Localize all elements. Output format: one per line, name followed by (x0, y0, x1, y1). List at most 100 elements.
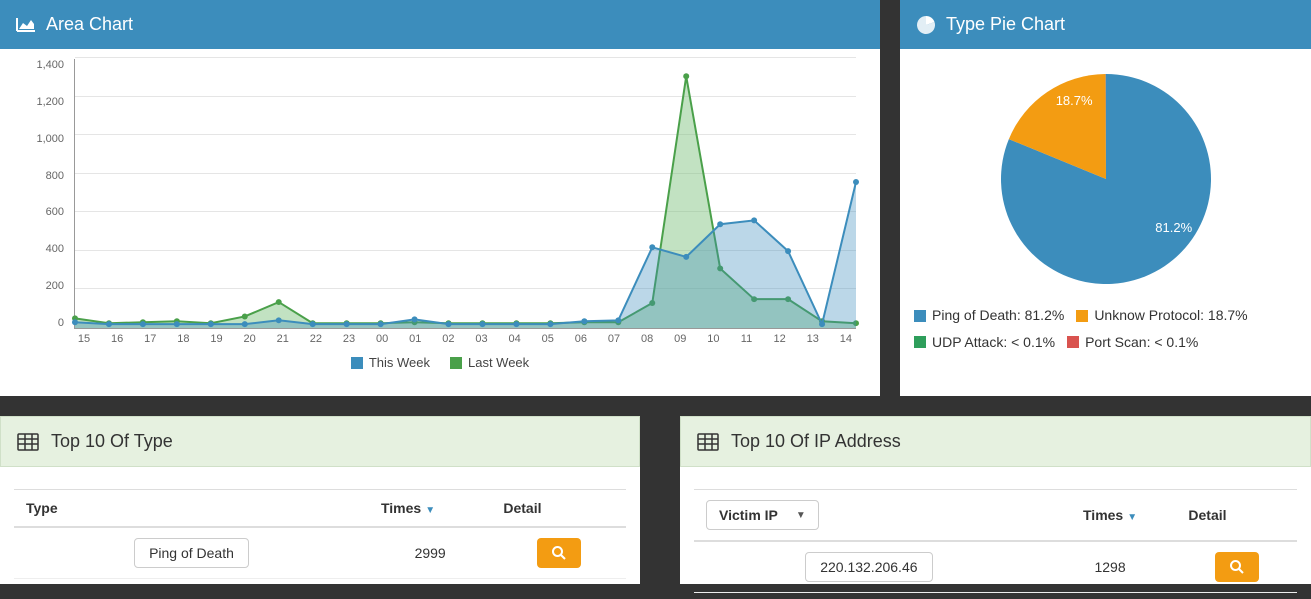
table-row: 220.132.206.46 1298 (694, 541, 1297, 593)
top10-ip-panel: Top 10 Of IP Address Victim IP▼Times▼Det… (680, 416, 1311, 584)
legend-label: Last Week (468, 355, 529, 370)
pie-slice-label: 81.2% (1155, 220, 1192, 235)
x-tick-label: 02 (438, 333, 458, 345)
y-tick-label: 0 (14, 317, 64, 329)
victim-ip-dropdown[interactable]: Victim IP ▼ (706, 500, 819, 530)
area-chart-body: 1,4001,2001,0008006004002000 15161718192… (0, 49, 880, 396)
top10-ip-table: Victim IP▼Times▼Detail 220.132.206.46129… (694, 489, 1297, 593)
x-tick-label: 10 (703, 333, 723, 345)
type-chip[interactable]: Ping of Death (134, 538, 249, 568)
x-tick-label: 22 (306, 333, 326, 345)
area-chart-header: Area Chart (0, 0, 880, 49)
x-tick-label: 21 (273, 333, 293, 345)
area-y-axis: 1,400 1,200 1,000 800 600 400 200 0 (14, 59, 70, 329)
ip-chip[interactable]: 220.132.206.46 (805, 552, 932, 582)
search-icon (551, 545, 567, 561)
legend-label: Unknow Protocol: 18.7% (1094, 303, 1247, 328)
pie-chart-body: 81.2% 18.7% Ping of Death: 81.2% Unknow P… (900, 49, 1311, 396)
area-chart-title: Area Chart (46, 14, 133, 35)
sort-desc-icon: ▼ (425, 505, 435, 516)
area-plot (74, 59, 856, 329)
detail-button[interactable] (537, 538, 581, 568)
cell-ip: 220.132.206.46 (694, 541, 1044, 593)
area-chart-panel: Area Chart 1,4001,2001,0008006004002000 … (0, 0, 880, 396)
legend-label: Ping of Death: 81.2% (932, 303, 1064, 328)
x-tick-label: 04 (505, 333, 525, 345)
top10-ip-title: Top 10 Of IP Address (731, 431, 901, 452)
x-tick-label: 13 (803, 333, 823, 345)
legend-item[interactable]: Unknow Protocol: 18.7% (1076, 303, 1247, 328)
legend-swatch (1076, 310, 1088, 322)
area-legend: This Week Last Week (14, 355, 866, 372)
x-tick-label: 12 (770, 333, 790, 345)
legend-swatch (351, 357, 363, 369)
x-tick-label: 14 (836, 333, 856, 345)
x-tick-label: 00 (372, 333, 392, 345)
y-tick-label: 200 (14, 280, 64, 292)
top10-type-title: Top 10 Of Type (51, 431, 173, 452)
column-header[interactable]: Times▼ (1044, 490, 1177, 542)
legend-label: Port Scan: < 0.1% (1085, 330, 1198, 355)
legend-swatch (450, 357, 462, 369)
legend-item[interactable]: Last Week (450, 355, 529, 370)
search-icon (1229, 559, 1245, 575)
top10-type-panel: Top 10 Of Type TypeTimes▼Detail Ping of … (0, 416, 640, 584)
column-header[interactable]: Detail (1176, 490, 1297, 542)
sort-desc-icon: ▼ (1127, 512, 1137, 523)
x-tick-label: 03 (472, 333, 492, 345)
column-header[interactable]: Type (14, 490, 369, 528)
legend-item[interactable]: UDP Attack: < 0.1% (914, 330, 1055, 355)
pie-chart-icon (916, 15, 936, 35)
pie-slice-label: 18.7% (1056, 93, 1093, 108)
x-tick-label: 19 (207, 333, 227, 345)
cell-times: 1298 (1044, 541, 1177, 593)
cell-detail (491, 527, 626, 579)
legend-label: This Week (369, 355, 430, 370)
x-tick-label: 15 (74, 333, 94, 345)
table-row: Ping of Death2999 (14, 527, 626, 579)
top10-ip-header: Top 10 Of IP Address (680, 416, 1311, 467)
legend-swatch (914, 310, 926, 322)
x-tick-label: 20 (240, 333, 260, 345)
y-tick-label: 400 (14, 243, 64, 255)
x-tick-label: 07 (604, 333, 624, 345)
area-x-axis: 1516171819202122230001020304050607080910… (74, 333, 856, 345)
pie-chart-header: Type Pie Chart (900, 0, 1311, 49)
area-chart: 1,4001,2001,0008006004002000 15161718192… (14, 59, 866, 349)
cell-type: Ping of Death (14, 527, 369, 579)
y-tick-label: 1,200 (14, 96, 64, 108)
dropdown-label: Victim IP (719, 507, 778, 523)
pie-chart: 81.2% 18.7% (914, 59, 1297, 299)
chevron-down-icon: ▼ (796, 510, 806, 521)
x-tick-label: 11 (737, 333, 757, 345)
y-tick-label: 600 (14, 206, 64, 218)
x-tick-label: 09 (670, 333, 690, 345)
detail-button[interactable] (1215, 552, 1259, 582)
x-tick-label: 16 (107, 333, 127, 345)
legend-label: UDP Attack: < 0.1% (932, 330, 1055, 355)
legend-item[interactable]: Ping of Death: 81.2% (914, 303, 1064, 328)
y-tick-label: 800 (14, 170, 64, 182)
x-tick-label: 01 (405, 333, 425, 345)
pie-chart-title: Type Pie Chart (946, 14, 1065, 35)
legend-swatch (1067, 336, 1079, 348)
column-header[interactable]: Times▼ (369, 490, 491, 528)
legend-item[interactable]: This Week (351, 355, 430, 370)
x-tick-label: 05 (538, 333, 558, 345)
y-tick-label: 1,000 (14, 133, 64, 145)
area-chart-icon (16, 17, 36, 33)
table-icon (697, 433, 719, 451)
top10-ip-body: Victim IP▼Times▼Detail 220.132.206.46129… (680, 467, 1311, 599)
column-header-dropdown: Victim IP ▼ (694, 490, 1044, 542)
legend-swatch (914, 336, 926, 348)
x-tick-label: 18 (173, 333, 193, 345)
column-header[interactable]: Detail (491, 490, 626, 528)
x-tick-label: 17 (140, 333, 160, 345)
table-icon (17, 433, 39, 451)
y-tick-label: 1,400 (14, 59, 64, 71)
top10-type-body: TypeTimes▼Detail Ping of Death2999 (0, 467, 640, 585)
x-tick-label: 08 (637, 333, 657, 345)
legend-item[interactable]: Port Scan: < 0.1% (1067, 330, 1198, 355)
x-tick-label: 23 (339, 333, 359, 345)
cell-detail (1176, 541, 1297, 593)
